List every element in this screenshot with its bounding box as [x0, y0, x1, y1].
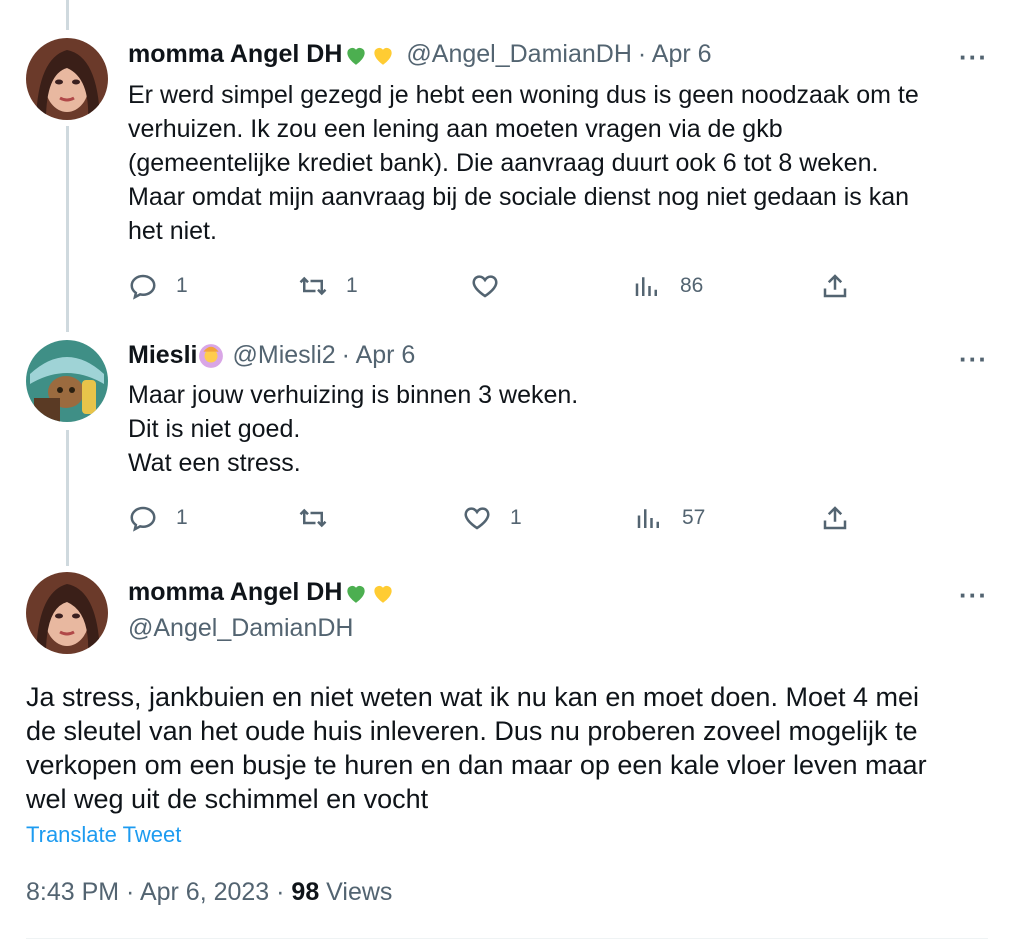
- views-count[interactable]: 98: [291, 878, 319, 906]
- tweet-text: Maar jouw verhuizing is binnen 3 weken. …: [128, 381, 579, 477]
- tweet-date[interactable]: · Apr 6: [342, 341, 416, 370]
- main-tweet-header: momma Angel DH: [128, 578, 396, 607]
- tweet-meta: 8:43 PM · Apr 6, 2023 · 98 Views: [26, 878, 392, 907]
- views-label: Views: [319, 878, 393, 906]
- more-icon[interactable]: ···: [959, 44, 988, 70]
- more-icon[interactable]: ···: [959, 582, 988, 608]
- reply-icon: [130, 506, 156, 532]
- yellow-heart-icon: [374, 585, 393, 603]
- handle[interactable]: @Angel_DamianDH: [128, 614, 353, 643]
- retweet-icon: [299, 508, 327, 528]
- like-icon: [464, 507, 490, 530]
- reply-button[interactable]: 1: [128, 500, 188, 536]
- like-button[interactable]: [470, 268, 518, 304]
- share-button[interactable]: [820, 268, 850, 304]
- tweet-timestamp[interactable]: 8:43 PM · Apr 6, 2023 ·: [26, 878, 291, 906]
- retweet-count: 1: [346, 274, 358, 297]
- display-name[interactable]: momma Angel DH: [128, 578, 342, 607]
- views-icon: [637, 509, 659, 528]
- thread-line: [66, 430, 69, 566]
- translate-tweet-link[interactable]: Translate Tweet: [26, 822, 181, 848]
- tweet-header: Miesli @Miesli2 · Apr 6: [128, 341, 415, 370]
- green-heart-icon: [347, 47, 366, 65]
- share-icon: [823, 506, 847, 530]
- woman-gesturing-icon: [199, 343, 224, 368]
- avatar[interactable]: [26, 572, 108, 654]
- tweet-header: momma Angel DH @Angel_DamianDH · Apr 6: [128, 40, 712, 69]
- views-icon: [635, 277, 657, 296]
- retweet-button[interactable]: 1: [298, 268, 358, 304]
- divider: [26, 938, 988, 939]
- handle[interactable]: @Miesli2: [232, 341, 335, 370]
- handle[interactable]: @Angel_DamianDH: [406, 40, 631, 69]
- avatar[interactable]: [26, 38, 108, 120]
- tweet-text: Er werd simpel gezegd je hebt een woning…: [128, 81, 919, 245]
- display-name[interactable]: Miesli: [128, 341, 197, 370]
- thread-line: [66, 0, 69, 30]
- views-button[interactable]: 86: [632, 268, 703, 304]
- reply-count: 1: [176, 274, 188, 297]
- like-button[interactable]: 1: [462, 500, 522, 536]
- avatar[interactable]: [26, 340, 108, 422]
- like-count: 1: [510, 506, 522, 529]
- views-count: 57: [682, 506, 706, 529]
- share-icon: [823, 274, 847, 298]
- yellow-heart-icon: [374, 47, 393, 65]
- retweet-icon: [299, 276, 327, 296]
- thread-line: [66, 126, 69, 332]
- share-button[interactable]: [820, 500, 850, 536]
- more-icon[interactable]: ···: [959, 346, 988, 372]
- green-heart-icon: [347, 585, 366, 603]
- reply-count: 1: [176, 506, 188, 529]
- views-count: 86: [680, 274, 704, 297]
- retweet-button[interactable]: [298, 500, 346, 536]
- reply-button[interactable]: 1: [128, 268, 188, 304]
- views-button[interactable]: 57: [634, 500, 705, 536]
- tweet-date[interactable]: · Apr 6: [638, 40, 712, 69]
- display-name[interactable]: momma Angel DH: [128, 40, 342, 69]
- like-icon: [472, 275, 498, 298]
- reply-icon: [130, 274, 156, 300]
- tweet-text: Ja stress, jankbuien en niet weten wat i…: [26, 682, 927, 814]
